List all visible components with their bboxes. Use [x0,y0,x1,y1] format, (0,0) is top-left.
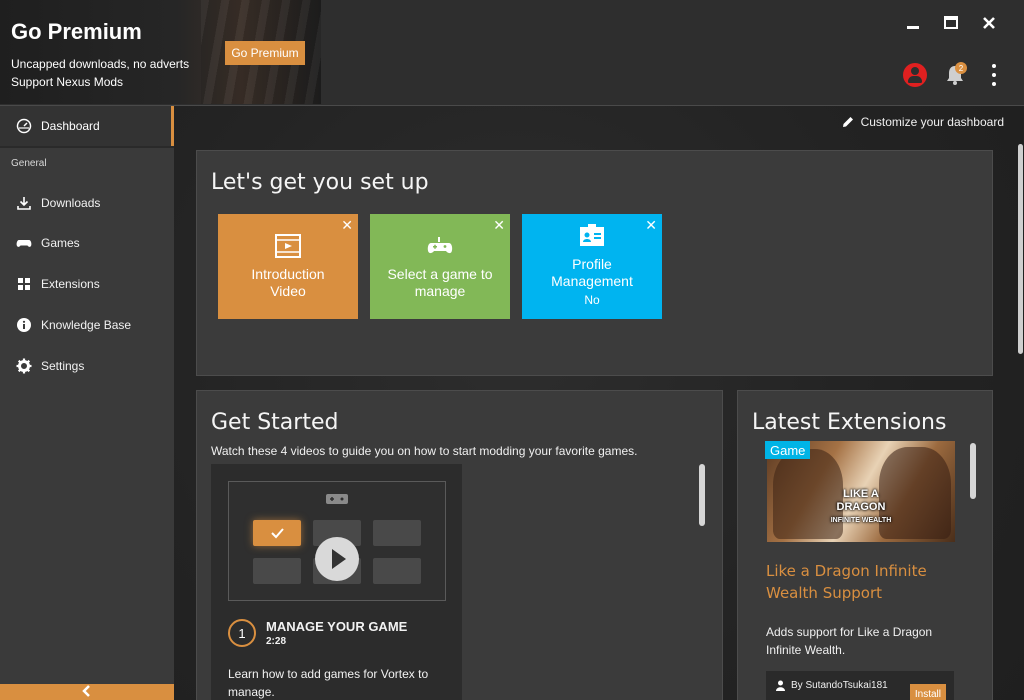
customize-dashboard-button[interactable]: Customize your dashboard [841,115,1004,129]
gamepad-icon [16,235,32,251]
customize-label: Customize your dashboard [860,115,1004,129]
get-started-scrollbar[interactable] [699,464,705,526]
more-menu-icon[interactable] [988,64,1000,86]
video-number: 1 [228,619,256,647]
premium-banner[interactable]: Go Premium Uncapped downloads, no advert… [0,0,321,104]
sidebar-item-games[interactable]: Games [0,228,174,258]
info-icon [16,317,32,333]
sidebar-item-knowledge-base[interactable]: Knowledge Base [0,310,174,340]
thumb-cell-selected [253,520,301,546]
gamepad-icon [326,492,348,510]
thumb-cell [373,520,421,546]
extension-game-logo: LIKE A DRAGON INFINITE WEALTH [830,487,892,524]
latest-extensions-panel: Latest Extensions LIKE A DRAGON INFINITE… [737,390,993,700]
sidebar-collapse-button[interactable] [0,684,174,700]
premium-line-2: Support Nexus Mods [11,75,124,89]
main-scrollbar[interactable] [1018,144,1023,354]
extension-description: Adds support for Like a Dragon Infinite … [766,625,933,657]
profile-icon[interactable] [903,63,927,87]
get-started-panel: Get Started Watch these 4 videos to guid… [196,390,723,700]
sidebar-item-label: Settings [41,359,85,373]
video-card[interactable]: 1 MANAGE YOUR GAME 2:28 Learn how to add… [211,464,462,700]
dashboard-icon [16,118,32,134]
video-title: MANAGE YOUR GAME [266,619,408,634]
download-icon [16,195,32,211]
pencil-icon [841,115,855,129]
close-icon[interactable] [978,12,1000,34]
sidebar-item-label: Dashboard [41,119,100,133]
video-description: Learn how to add games for Vortex to man… [228,667,429,699]
top-bar: Go Premium Uncapped downloads, no advert… [0,0,1024,106]
sidebar-item-dashboard[interactable]: Dashboard [0,106,174,146]
profile-management-status: No [584,293,600,307]
close-icon[interactable]: ✕ [645,217,657,234]
premium-line-1: Uncapped downloads, no adverts [11,57,190,71]
latest-extensions-title: Latest Extensions [752,410,947,435]
minimize-icon[interactable] [902,12,924,34]
play-icon[interactable] [315,537,359,581]
video-icon [275,233,301,258]
premium-title: Go Premium [11,19,142,44]
install-button[interactable]: Install [909,684,946,700]
get-started-title: Get Started [211,410,339,435]
profile-card-icon [579,224,605,248]
go-premium-button[interactable]: Go Premium [225,41,305,65]
sidebar-item-label: Knowledge Base [41,318,132,332]
select-game-tile[interactable]: ✕ Select a game to manage [370,214,510,319]
get-started-description: Watch these 4 videos to guide you on how… [211,444,638,458]
close-icon[interactable]: ✕ [341,217,353,234]
sidebar-item-extensions[interactable]: Extensions [0,269,174,299]
tile-label: Select a game to manage [387,265,493,299]
extension-author-bar: By SutandoTsukai181 Install [766,671,954,700]
sidebar-item-label: Games [41,236,80,250]
maximize-icon[interactable] [940,12,962,34]
extension-type-badge: Game [765,441,811,459]
tile-label: Profile Management [551,256,633,289]
gamepad-icon [427,234,453,258]
sidebar-item-label: Extensions [41,277,100,291]
notification-count-badge: 2 [955,62,967,74]
profile-management-tile[interactable]: ✕ Profile Management No [522,214,662,319]
chevron-left-icon [81,684,93,700]
sidebar-section-general: General [11,158,47,169]
extension-author: By SutandoTsukai181 [775,680,888,691]
thumb-cell [253,558,301,584]
video-duration: 2:28 [266,636,287,647]
thumb-cell [373,558,421,584]
tile-label: Introduction Video [251,265,325,299]
vortex-app: Go Premium Uncapped downloads, no advert… [0,0,1024,700]
setup-title: Let's get you set up [211,170,429,195]
extensions-icon [16,276,32,292]
dashboard-main: Customize your dashboard Let's get you s… [174,106,1024,700]
sidebar: Dashboard General Downloads Games Extens… [0,106,174,700]
extensions-scrollbar[interactable] [970,443,976,499]
sidebar-item-downloads[interactable]: Downloads [0,188,174,218]
gear-icon [16,358,32,374]
setup-panel: Let's get you set up ✕ Introduction Vide… [196,150,993,376]
intro-video-tile[interactable]: ✕ Introduction Video [218,214,358,319]
sidebar-item-label: Downloads [41,196,101,210]
video-thumbnail[interactable] [228,481,446,601]
sidebar-item-settings[interactable]: Settings [0,351,174,381]
user-icon [775,680,786,691]
sidebar-divider [0,146,174,148]
close-icon[interactable]: ✕ [493,217,505,234]
extension-name-link[interactable]: Like a Dragon Infinite Wealth Support [766,560,966,604]
